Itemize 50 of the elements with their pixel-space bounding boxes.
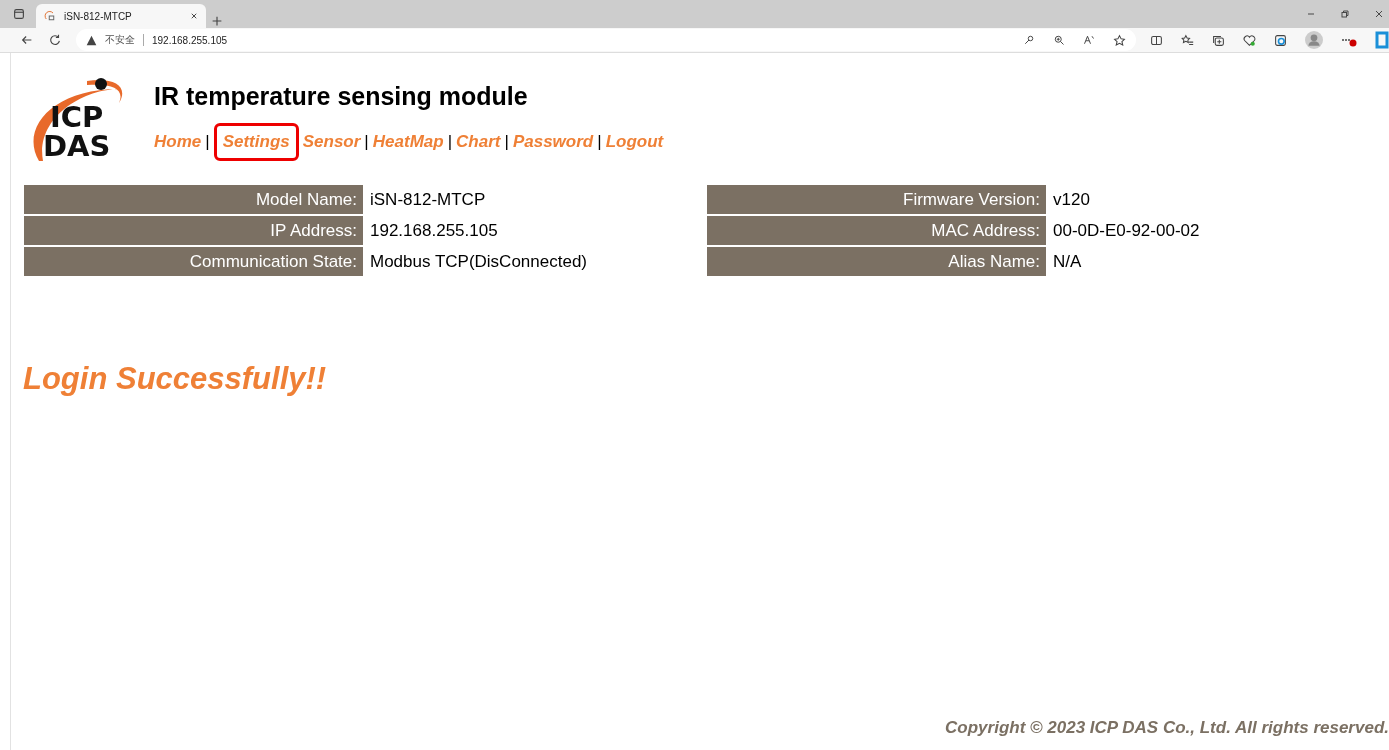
field-label: Model Name:	[24, 185, 363, 214]
field-value: N/A	[1052, 251, 1082, 272]
field-value: v120	[1052, 189, 1090, 210]
favicon-icon	[44, 10, 56, 22]
back-icon[interactable]	[20, 33, 34, 47]
field-value: 00-0D-E0-92-00-02	[1052, 220, 1200, 241]
page-title: IR temperature sensing module	[154, 82, 529, 111]
nav-link[interactable]: Sensor	[302, 132, 361, 152]
nav-separator: |	[205, 132, 210, 152]
field-value: iSN-812-MTCP	[369, 189, 486, 210]
close-icon[interactable]	[1373, 8, 1385, 20]
nav-link[interactable]: HeatMap	[372, 132, 444, 152]
nav-separator: |	[364, 132, 369, 152]
avatar-icon[interactable]	[1305, 31, 1323, 49]
logo-text: ICP	[50, 103, 104, 132]
collections-icon[interactable]	[1212, 33, 1225, 47]
nav-link[interactable]: Chart	[456, 132, 501, 152]
tab-title: iSN-812-MTCP	[64, 10, 133, 22]
login-message: Login Successfully!!	[23, 361, 327, 397]
restore-icon[interactable]	[1339, 8, 1351, 20]
browser-tab[interactable]: iSN-812-MTCP	[36, 4, 206, 28]
split-screen-icon[interactable]	[1150, 33, 1163, 47]
copyright-text: Copyright © 2023 ICP DAS Co., Ltd. All rights reserved.	[945, 718, 1389, 738]
field-label: IP Address:	[24, 216, 363, 245]
security-label: 不安全	[105, 33, 135, 47]
heart-icon[interactable]	[1243, 33, 1256, 47]
field-label: MAC Address:	[707, 216, 1046, 245]
nav-link[interactable]: Settings	[213, 123, 299, 161]
zoom-icon[interactable]	[1053, 34, 1065, 46]
nav-separator: |	[447, 132, 453, 152]
nav-link[interactable]: Home	[154, 132, 202, 152]
favorites-icon[interactable]	[1181, 33, 1194, 47]
field-label: Firmware Version:	[707, 185, 1046, 214]
new-tab-icon[interactable]	[210, 14, 224, 28]
nav-link[interactable]: Password	[512, 132, 594, 152]
refresh-icon[interactable]	[48, 33, 62, 47]
field-value: Modbus TCP(DisConnected)	[369, 251, 587, 272]
url-text: 192.168.255.105	[152, 34, 229, 46]
nav-link[interactable]: Logout	[605, 132, 664, 152]
logo-text: DAS	[43, 132, 111, 161]
address-bar[interactable]: 不安全 192.168.255.105	[76, 29, 1136, 51]
field-value: 192.168.255.105	[369, 220, 498, 241]
warning-icon	[86, 34, 97, 46]
read-aloud-icon[interactable]	[1083, 34, 1095, 46]
nav-separator: |	[504, 132, 509, 152]
star-icon[interactable]	[1113, 33, 1126, 47]
field-label: Communication State:	[24, 247, 363, 276]
field-label: Alias Name:	[707, 247, 1046, 276]
nav-separator: |	[597, 132, 602, 152]
tab-actions-icon[interactable]	[12, 7, 26, 21]
